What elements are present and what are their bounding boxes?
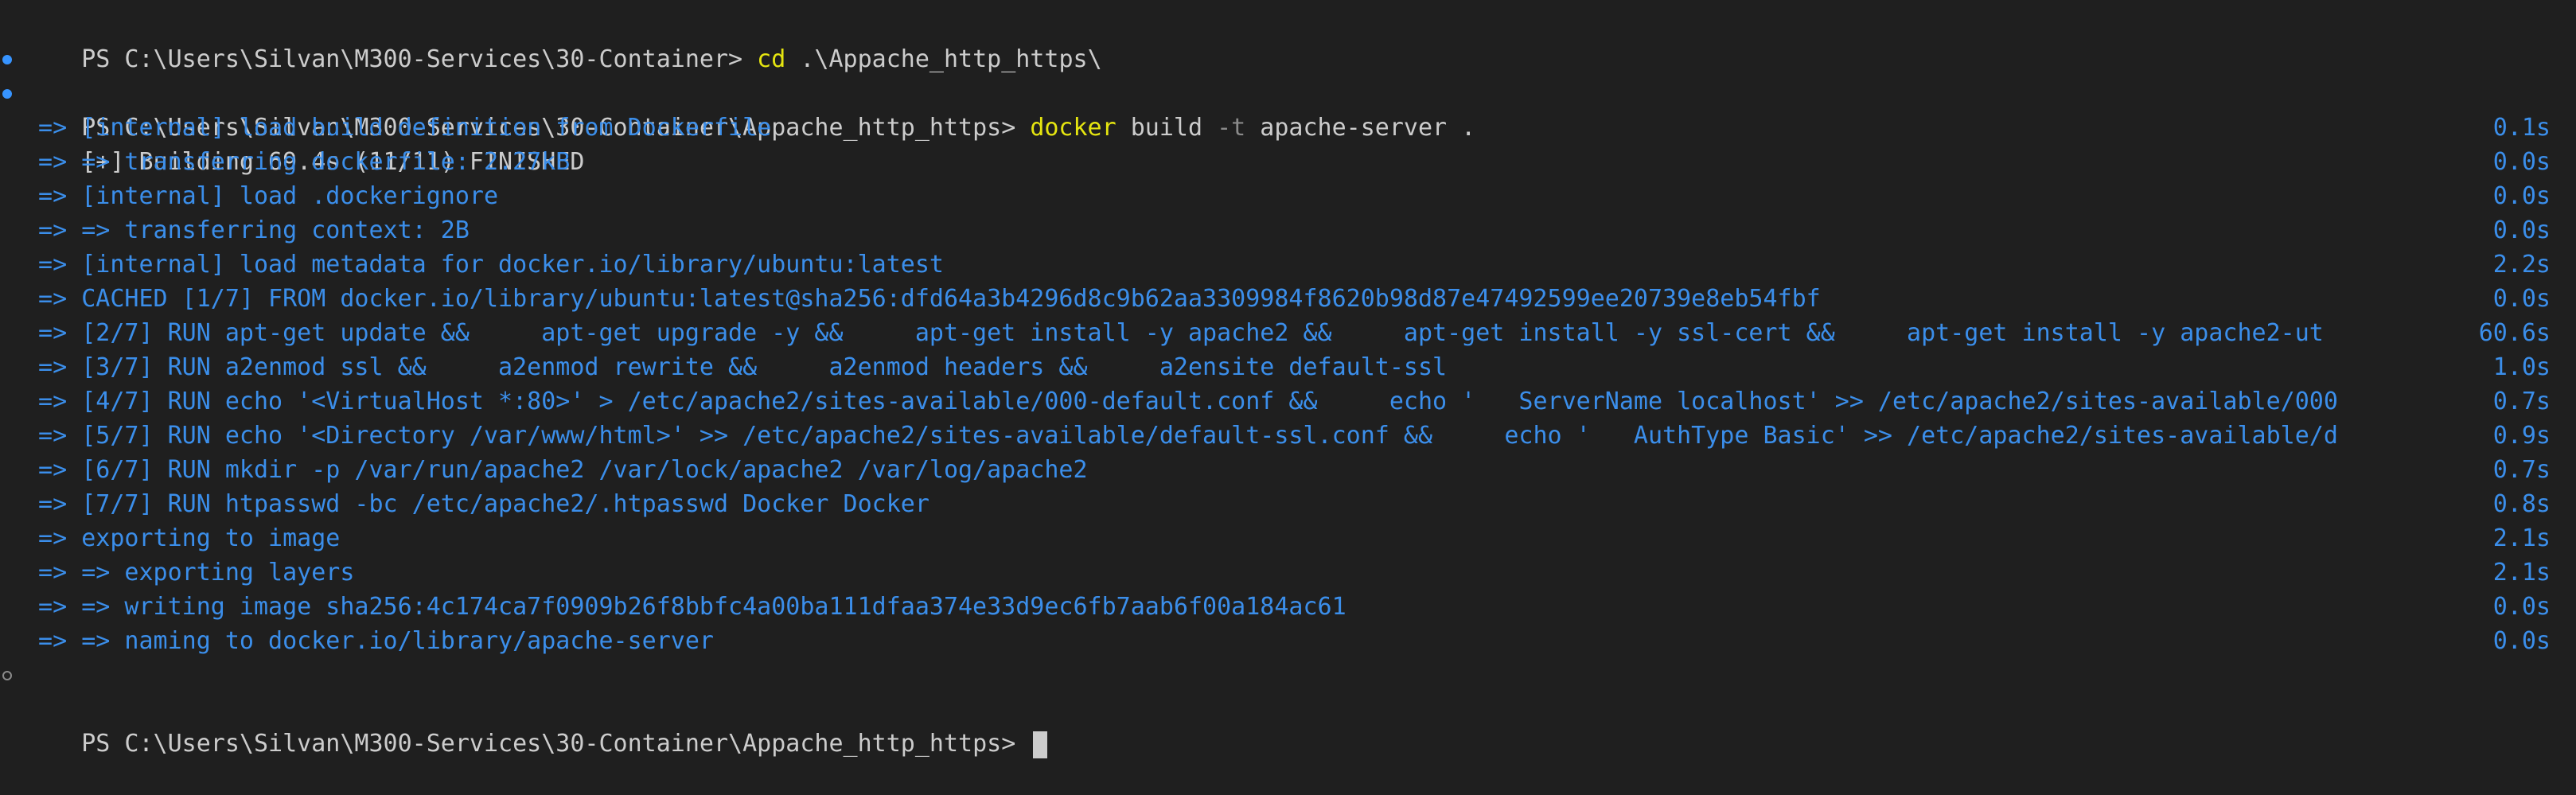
build-step-text: => exporting to image bbox=[24, 524, 341, 552]
build-step-line: => [7/7] RUN htpasswd -bc /etc/apache2/.… bbox=[0, 487, 2576, 521]
build-step-line: => CACHED [1/7] FROM docker.io/library/u… bbox=[0, 282, 2576, 316]
prompt: PS C:\Users\Silvan\M300-Services\30-Cont… bbox=[81, 730, 1031, 758]
build-step-time: 0.1s bbox=[2492, 114, 2551, 142]
build-step-text: => [2/7] RUN apt-get update && apt-get u… bbox=[24, 319, 2324, 347]
build-step-line: => [internal] load .dockerignore 0.0s bbox=[0, 179, 2576, 213]
build-step-time: 0.0s bbox=[2492, 285, 2551, 313]
build-step-time: 60.6s bbox=[2478, 319, 2551, 347]
build-step-time: 0.7s bbox=[2492, 388, 2551, 415]
build-step-time: 0.0s bbox=[2492, 216, 2551, 244]
build-step-line: => [3/7] RUN a2enmod ssl && a2enmod rewr… bbox=[0, 350, 2576, 384]
build-step-time: 0.7s bbox=[2492, 456, 2551, 484]
build-step-line: => [internal] load metadata for docker.i… bbox=[0, 247, 2576, 282]
build-step-text: => [5/7] RUN echo '<Directory /var/www/h… bbox=[24, 422, 2338, 450]
build-step-time: 0.0s bbox=[2492, 627, 2551, 655]
build-step-time: 2.1s bbox=[2492, 524, 2551, 552]
build-step-text: => [7/7] RUN htpasswd -bc /etc/apache2/.… bbox=[24, 490, 929, 518]
terminal-line-prompt: PS C:\Users\Silvan\M300-Services\30-Cont… bbox=[0, 658, 2576, 758]
build-step-time: 1.0s bbox=[2492, 353, 2551, 381]
build-step-text: => => transferring dockerfile: 2.27kB bbox=[24, 148, 571, 176]
build-step-text: => => naming to docker.io/library/apache… bbox=[24, 627, 714, 655]
build-step-time: 0.0s bbox=[2492, 182, 2551, 210]
build-steps-list: => [internal] load build definition from… bbox=[0, 111, 2576, 658]
build-step-text: => [6/7] RUN mkdir -p /var/run/apache2 /… bbox=[24, 456, 1088, 484]
build-step-time: 2.2s bbox=[2492, 251, 2551, 279]
terminal-output[interactable]: PS C:\Users\Silvan\M300-Services\30-Cont… bbox=[0, 8, 2576, 758]
build-step-text: => => transferring context: 2B bbox=[24, 216, 470, 244]
build-step-line: => exporting to image 2.1s bbox=[0, 521, 2576, 555]
build-step-time: 0.0s bbox=[2492, 148, 2551, 176]
build-step-text: => [4/7] RUN echo '<VirtualHost *:80>' >… bbox=[24, 388, 2338, 415]
build-step-line: => => exporting layers 2.1s bbox=[0, 555, 2576, 590]
build-step-text: => => writing image sha256:4c174ca7f0909… bbox=[24, 593, 1346, 621]
terminal-line-cd: PS C:\Users\Silvan\M300-Services\30-Cont… bbox=[0, 8, 2576, 73]
build-step-line: => [2/7] RUN apt-get update && apt-get u… bbox=[0, 316, 2576, 350]
build-step-text: => [3/7] RUN a2enmod ssl && a2enmod rewr… bbox=[24, 353, 1448, 381]
build-step-time: 2.1s bbox=[2492, 559, 2551, 587]
command-success-dot-icon[interactable] bbox=[2, 55, 12, 64]
terminal-cursor bbox=[1033, 731, 1048, 758]
command-pending-circle-icon[interactable] bbox=[2, 671, 12, 680]
terminal-line-docker-build: PS C:\Users\Silvan\M300-Services\30-Cont… bbox=[0, 42, 2576, 142]
build-step-text: => [internal] load metadata for docker.i… bbox=[24, 251, 944, 279]
build-step-text: => [internal] load .dockerignore bbox=[24, 182, 499, 210]
build-step-line: => => naming to docker.io/library/apache… bbox=[0, 624, 2576, 658]
build-step-text: => CACHED [1/7] FROM docker.io/library/u… bbox=[24, 285, 1821, 313]
build-step-time: 0.0s bbox=[2492, 593, 2551, 621]
build-step-line: => => writing image sha256:4c174ca7f0909… bbox=[0, 590, 2576, 624]
build-step-text: => [internal] load build definition from… bbox=[24, 114, 772, 142]
build-step-line: => [6/7] RUN mkdir -p /var/run/apache2 /… bbox=[0, 453, 2576, 487]
build-step-line: => => transferring context: 2B 0.0s bbox=[0, 213, 2576, 247]
build-step-text: => => exporting layers bbox=[24, 559, 355, 587]
build-step-line: => => transferring dockerfile: 2.27kB 0.0… bbox=[0, 145, 2576, 179]
terminal-line-building-status: [+] Building 69.4s (11/11) FINISHED bbox=[0, 76, 2576, 176]
command-success-dot-icon[interactable] bbox=[2, 89, 12, 99]
build-step-line: => [4/7] RUN echo '<VirtualHost *:80>' >… bbox=[0, 384, 2576, 419]
build-step-time: 0.8s bbox=[2492, 490, 2551, 518]
build-step-line: => [internal] load build definition from… bbox=[0, 111, 2576, 145]
build-step-line: => [5/7] RUN echo '<Directory /var/www/h… bbox=[0, 419, 2576, 453]
build-step-time: 0.9s bbox=[2492, 422, 2551, 450]
